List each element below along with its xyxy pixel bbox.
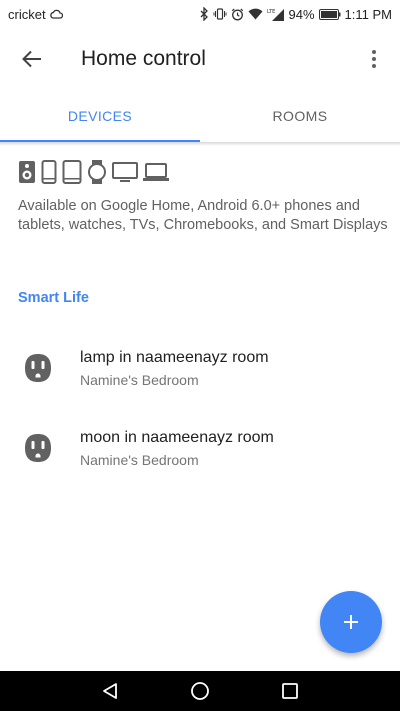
laptop-icon [143,161,169,183]
device-name: moon in naameenayz room [80,428,274,446]
section-title: Smart Life [18,290,89,306]
overflow-menu-button[interactable] [362,44,386,74]
device-text: lamp in naameenayz room Namine's Bedroom [80,349,269,388]
device-room: Namine's Bedroom [80,451,199,468]
add-device-button[interactable] [320,591,382,653]
nav-back-button[interactable] [96,677,124,705]
device-name: lamp in naameenayz room [80,348,269,366]
circle-home-icon [191,682,209,700]
device-row[interactable]: lamp in naameenayz room Namine's Bedroom [0,336,400,400]
app-bar: Home control [0,28,400,90]
more-vert-icon [372,50,376,68]
outlet-icon [25,354,51,382]
availability-text: Available on Google Home, Android 6.0+ p… [18,198,388,233]
square-recents-icon [282,683,298,699]
svg-text:LTE: LTE [267,9,275,15]
clock: 1:11 PM [344,6,392,22]
bluetooth-icon [200,7,209,21]
device-types-row [18,160,169,184]
tab-devices[interactable]: DEVICES [0,90,200,142]
alarm-icon [231,8,244,21]
watch-icon [87,160,107,184]
wifi-icon [248,8,263,20]
status-left: cricket [8,7,63,22]
status-bar: cricket LTE 94% 1:11 PM [0,0,400,28]
nav-home-button[interactable] [186,677,214,705]
tv-icon [112,161,138,183]
vibrate-icon [213,8,227,20]
battery-percent: 94% [288,6,315,22]
nav-recents-button[interactable] [276,677,304,705]
system-nav-bar [0,671,400,711]
tabs-divider [0,142,400,146]
back-button[interactable] [17,44,47,74]
phone-icon [41,160,57,184]
page-title: Home control [81,47,206,70]
device-text: moon in naameenayz room Namine's Bedroom [80,429,274,468]
carrier-name: cricket [8,6,46,22]
arrow-back-icon [22,50,41,68]
plus-icon [344,615,358,629]
battery-icon [318,8,341,20]
triangle-back-icon [103,683,117,699]
tablet-icon [62,160,82,184]
device-room: Namine's Bedroom [80,371,199,388]
outlet-icon [25,434,51,462]
speaker-icon [18,160,36,184]
tab-bar: DEVICES ROOMS [0,90,400,142]
device-row[interactable]: moon in naameenayz room Namine's Bedroom [0,416,400,480]
status-right: LTE 94% 1:11 PM [200,7,392,22]
signal-icon: LTE [267,8,285,21]
cloud-icon [49,9,63,19]
tab-rooms[interactable]: ROOMS [200,90,400,142]
